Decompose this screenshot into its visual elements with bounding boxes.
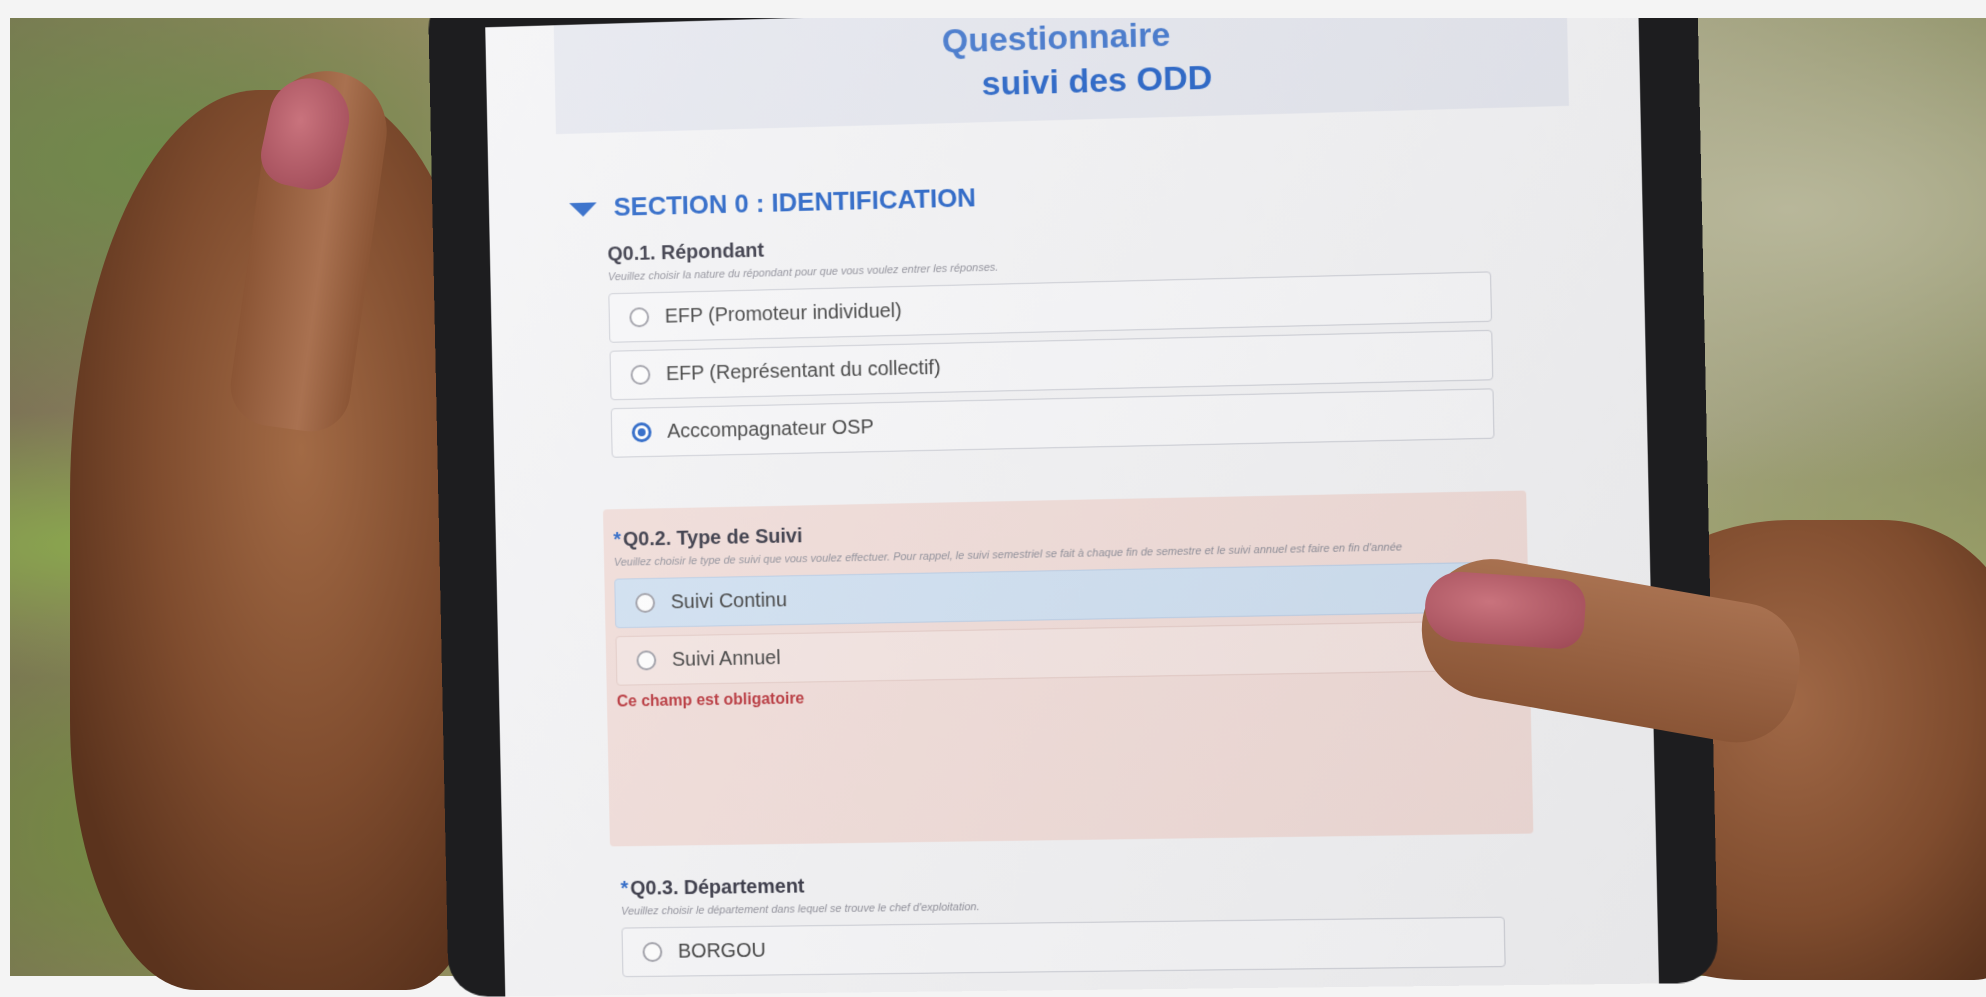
- image-left-border: [0, 0, 10, 976]
- question-respondent: Q0.1. Répondant Veuillez choisir la natu…: [607, 221, 1494, 466]
- section-heading: SECTION 0 : IDENTIFICATION: [613, 182, 976, 221]
- question-title-text: Q0.3. Département: [630, 876, 805, 900]
- option-osp-companion[interactable]: Acccompagnateur OSP: [611, 388, 1495, 457]
- option-continuous[interactable]: Suivi Continu: [614, 562, 1498, 629]
- option-annual[interactable]: Suivi Annuel: [615, 620, 1499, 686]
- question-department: *Q0.3. Département Veuillez choisir le d…: [620, 866, 1505, 985]
- required-mark: *: [613, 529, 621, 551]
- radio-button[interactable]: [630, 365, 650, 385]
- tablet-screen: Questionnaire suivi des ODD SECTION 0 : …: [485, 0, 1659, 996]
- caret-down-icon: [569, 203, 597, 218]
- tablet-device: Questionnaire suivi des ODD SECTION 0 : …: [428, 0, 1718, 997]
- form-title: Questionnaire suivi des ODD: [554, 17, 1569, 126]
- option-label: Suivi Annuel: [672, 647, 781, 672]
- question-follow-up-type: *Q0.2. Type de Suivi Veuillez choisir le…: [613, 511, 1500, 711]
- option-efp-collective[interactable]: EFP (Représentant du collectif): [610, 330, 1494, 400]
- option-label: EFP (Promoteur individuel): [665, 299, 902, 328]
- radio-button[interactable]: [635, 593, 655, 613]
- question-title-text: Q0.2. Type de Suivi: [623, 525, 803, 550]
- radio-button[interactable]: [636, 650, 656, 670]
- radio-button-selected[interactable]: [632, 422, 652, 442]
- option-borgou[interactable]: BORGOU: [621, 917, 1505, 978]
- option-label: BORGOU: [678, 939, 766, 963]
- option-label: Acccompagnateur OSP: [667, 416, 874, 443]
- right-thumbnail-polish: [1423, 570, 1587, 651]
- option-label: Suivi Continu: [671, 589, 788, 614]
- section-toggle[interactable]: SECTION 0 : IDENTIFICATION: [569, 182, 976, 224]
- image-top-border: [0, 0, 1986, 18]
- radio-button[interactable]: [642, 942, 662, 962]
- required-mark: *: [620, 878, 628, 900]
- form-header: Questionnaire suivi des ODD: [554, 0, 1569, 134]
- radio-button[interactable]: [629, 307, 649, 327]
- option-label: EFP (Représentant du collectif): [666, 356, 941, 385]
